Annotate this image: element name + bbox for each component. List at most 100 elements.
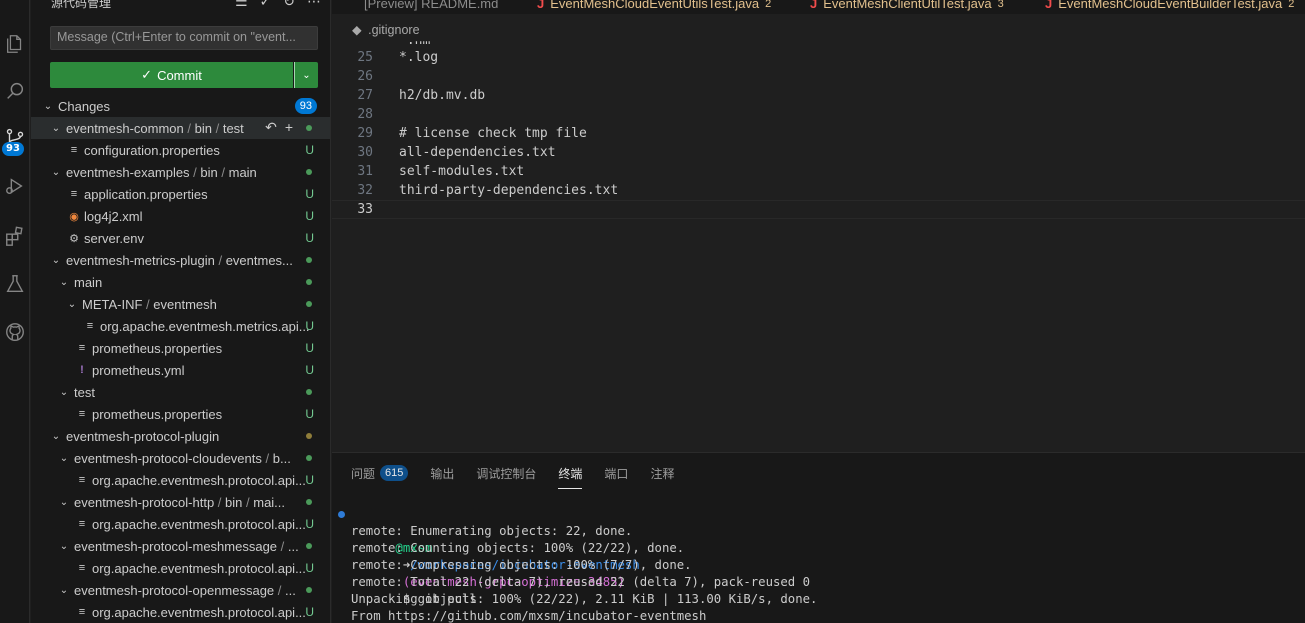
untracked-status: U <box>305 341 314 355</box>
tree-folder[interactable]: ⌄ eventmesh-protocol-meshmessage / ... <box>31 535 330 557</box>
path-segment: eventmesh-protocol-openmessage <box>74 582 275 598</box>
view-as-tree-icon[interactable]: ☰ <box>235 0 248 10</box>
stage-changes-icon[interactable]: + <box>285 119 293 136</box>
tree-file-label: org.apache.eventmesh.protocol.api... <box>92 472 306 488</box>
tree-folder[interactable]: ⌄ eventmesh-protocol-cloudevents / b... <box>31 447 330 469</box>
tree-folder-label: main <box>74 275 102 290</box>
text-file-icon: ≡ <box>78 342 86 354</box>
folder-status-dot <box>306 125 312 131</box>
extensions-icon[interactable] <box>0 218 30 254</box>
path-segment: eventmesh-common <box>66 120 184 136</box>
terminal[interactable]: @mxsm ➜/workspaces/incubator-eventmesh (… <box>332 506 1305 623</box>
editor-tab[interactable]: J EventMeshCloudEventUtilsTest.java 2 <box>537 0 771 11</box>
line-text: all-dependencies.txt <box>399 145 556 160</box>
commit-check-icon[interactable]: ✓ <box>260 0 272 10</box>
tree-folder[interactable]: ⌄ main <box>31 271 330 293</box>
folder-status-dot <box>306 279 312 285</box>
editor-line: 33 <box>332 200 1305 219</box>
tree-folder[interactable]: ⌄ eventmesh-examples / bin / main <box>31 161 330 183</box>
editor-line: 31 self-modules.txt <box>332 162 1305 181</box>
text-file-icon: ≡ <box>78 518 86 530</box>
tree-folder-label: META-INF / eventmesh <box>82 297 217 312</box>
tree-folder[interactable]: ⌄ eventmesh-protocol-http / bin / mai... <box>31 491 330 513</box>
panel-tab[interactable]: 端口 <box>604 463 628 483</box>
text-file-icon: ≡ <box>70 144 78 156</box>
panel-tab[interactable]: 终端 <box>558 463 583 489</box>
tree-file-label: org.apache.eventmesh.protocol.api... <box>92 604 306 620</box>
chevron-down-icon: ⌄ <box>51 122 61 134</box>
tree-file[interactable]: ≡ org.apache.eventmesh.protocol.api... U <box>31 513 330 535</box>
tree-folder[interactable]: ⌄ eventmesh-protocol-plugin <box>31 425 330 447</box>
changes-section-header[interactable]: ⌄ Changes 93 <box>31 95 330 117</box>
more-actions-icon[interactable]: ⋯ <box>307 0 321 10</box>
tree-file[interactable]: ◉ log4j2.xml U <box>31 205 330 227</box>
tree-file[interactable]: ≡ prometheus.properties U <box>31 403 330 425</box>
code-editor[interactable]: *.hm 25 *.log 26 27 h2/db.mv.db 28 29 # license… <box>332 41 1305 452</box>
panel-tab[interactable]: 输出 <box>430 463 454 483</box>
editor-tab[interactable]: [Preview] README.md <box>364 0 498 11</box>
editor-tabs: [Preview] README.md J EventMeshCloudEventU… <box>332 0 1305 14</box>
tree-file-label: org.apache.eventmesh.protocol.api... <box>92 516 306 532</box>
tree-file[interactable]: ≡ configuration.properties U <box>31 139 330 161</box>
tree-file[interactable]: ≡ org.apache.eventmesh.protocol.api... U <box>31 557 330 579</box>
changes-count-badge: 93 <box>294 98 317 114</box>
github-icon[interactable] <box>0 314 30 350</box>
panel-tab[interactable]: 问题 615 <box>351 463 409 483</box>
untracked-status: U <box>305 187 314 201</box>
tree-file[interactable]: ≡ prometheus.properties U <box>31 337 330 359</box>
panel-tabs: 问题 615 输出 调试控制台 终端 端口 注释 <box>351 463 674 489</box>
line-text: third-party-dependencies.txt <box>399 183 619 198</box>
editor-tab[interactable]: J EventMeshCloudEventBuilderTest.java 2 <box>1045 0 1294 11</box>
folder-status-dot <box>306 455 312 461</box>
panel-tab[interactable]: 调试控制台 <box>476 463 536 483</box>
path-segment: bin <box>194 120 212 136</box>
tree-file[interactable]: ! prometheus.yml U <box>31 359 330 381</box>
panel-tab[interactable]: 注释 <box>650 463 674 483</box>
path-segment: eventmesh-protocol-cloudevents <box>74 450 262 466</box>
path-separator: / <box>214 494 226 510</box>
tab-problem-count: 2 <box>765 0 772 10</box>
tree-file[interactable]: ⚙ server.env U <box>31 227 330 249</box>
path-segment: eventmesh-protocol-plugin <box>66 428 220 444</box>
activity-bar: 93 <box>0 0 30 623</box>
tree-file[interactable]: ≡ org.apache.eventmesh.protocol.api... U <box>31 601 330 623</box>
text-file-icon: ≡ <box>78 408 86 420</box>
sidebar-header: 源代码管理 ☰ ✓ ↻ ⋯ <box>31 0 330 16</box>
changes-tree: ⌄ Changes 93 ⌄ eventmesh-common / bin / t… <box>31 95 330 623</box>
tree-folder-label: eventmesh-protocol-cloudevents / b... <box>74 451 291 466</box>
panel-tab-label: 终端 <box>558 466 583 481</box>
commit-button-label: Commit <box>157 67 202 83</box>
tab-label: EventMeshCloudEventUtilsTest.java <box>550 0 760 11</box>
files-icon[interactable] <box>0 26 30 62</box>
tree-folder[interactable]: ⌄ META-INF / eventmesh <box>31 293 330 315</box>
commit-dropdown-button[interactable]: ⌄ <box>294 62 318 88</box>
tree-folder[interactable]: ⌄ eventmesh-protocol-openmessage / ... <box>31 579 330 601</box>
path-segment: META-INF <box>82 296 143 312</box>
refresh-icon[interactable]: ↻ <box>283 0 295 10</box>
terminal-output-line: remote: Counting objects: 100% (22/22), … <box>351 541 685 555</box>
tree-file[interactable]: ≡ org.apache.eventmesh.protocol.api... U <box>31 469 330 491</box>
path-segment: eventmes... <box>225 252 293 268</box>
search-icon[interactable] <box>0 73 30 109</box>
testing-icon[interactable] <box>0 266 30 302</box>
tree-file-label: server.env <box>84 230 144 246</box>
tree-folder[interactable]: ⌄ eventmesh-metrics-plugin / eventmes... <box>31 249 330 271</box>
run-debug-icon[interactable] <box>0 168 30 204</box>
path-segment: test <box>222 120 244 136</box>
commit-button[interactable]: ✓ Commit <box>50 62 293 88</box>
tree-file[interactable]: ≡ org.apache.eventmesh.metrics.api... U <box>31 315 330 337</box>
folder-status-dot <box>306 433 312 439</box>
command-status-dot[interactable] <box>338 511 345 518</box>
path-segment: ... <box>285 582 296 598</box>
editor-tab[interactable]: J EventMeshClientUtilTest.java 3 <box>810 0 1004 11</box>
tree-folder[interactable]: ⌄ eventmesh-common / bin / test ↶ + <box>31 117 330 139</box>
commit-message-input[interactable]: Message (Ctrl+Enter to commit on "event.… <box>50 26 318 50</box>
path-separator: / <box>214 252 226 268</box>
discard-changes-icon[interactable]: ↶ <box>265 119 277 136</box>
text-file-icon: ≡ <box>78 474 86 486</box>
path-segment: ... <box>287 538 299 554</box>
tree-folder[interactable]: ⌄ test <box>31 381 330 403</box>
chevron-down-icon: ⌄ <box>59 496 69 508</box>
tree-file[interactable]: ≡ application.properties U <box>31 183 330 205</box>
terminal-output-line: From https://github.com/mxsm/incubator-e… <box>351 609 707 623</box>
